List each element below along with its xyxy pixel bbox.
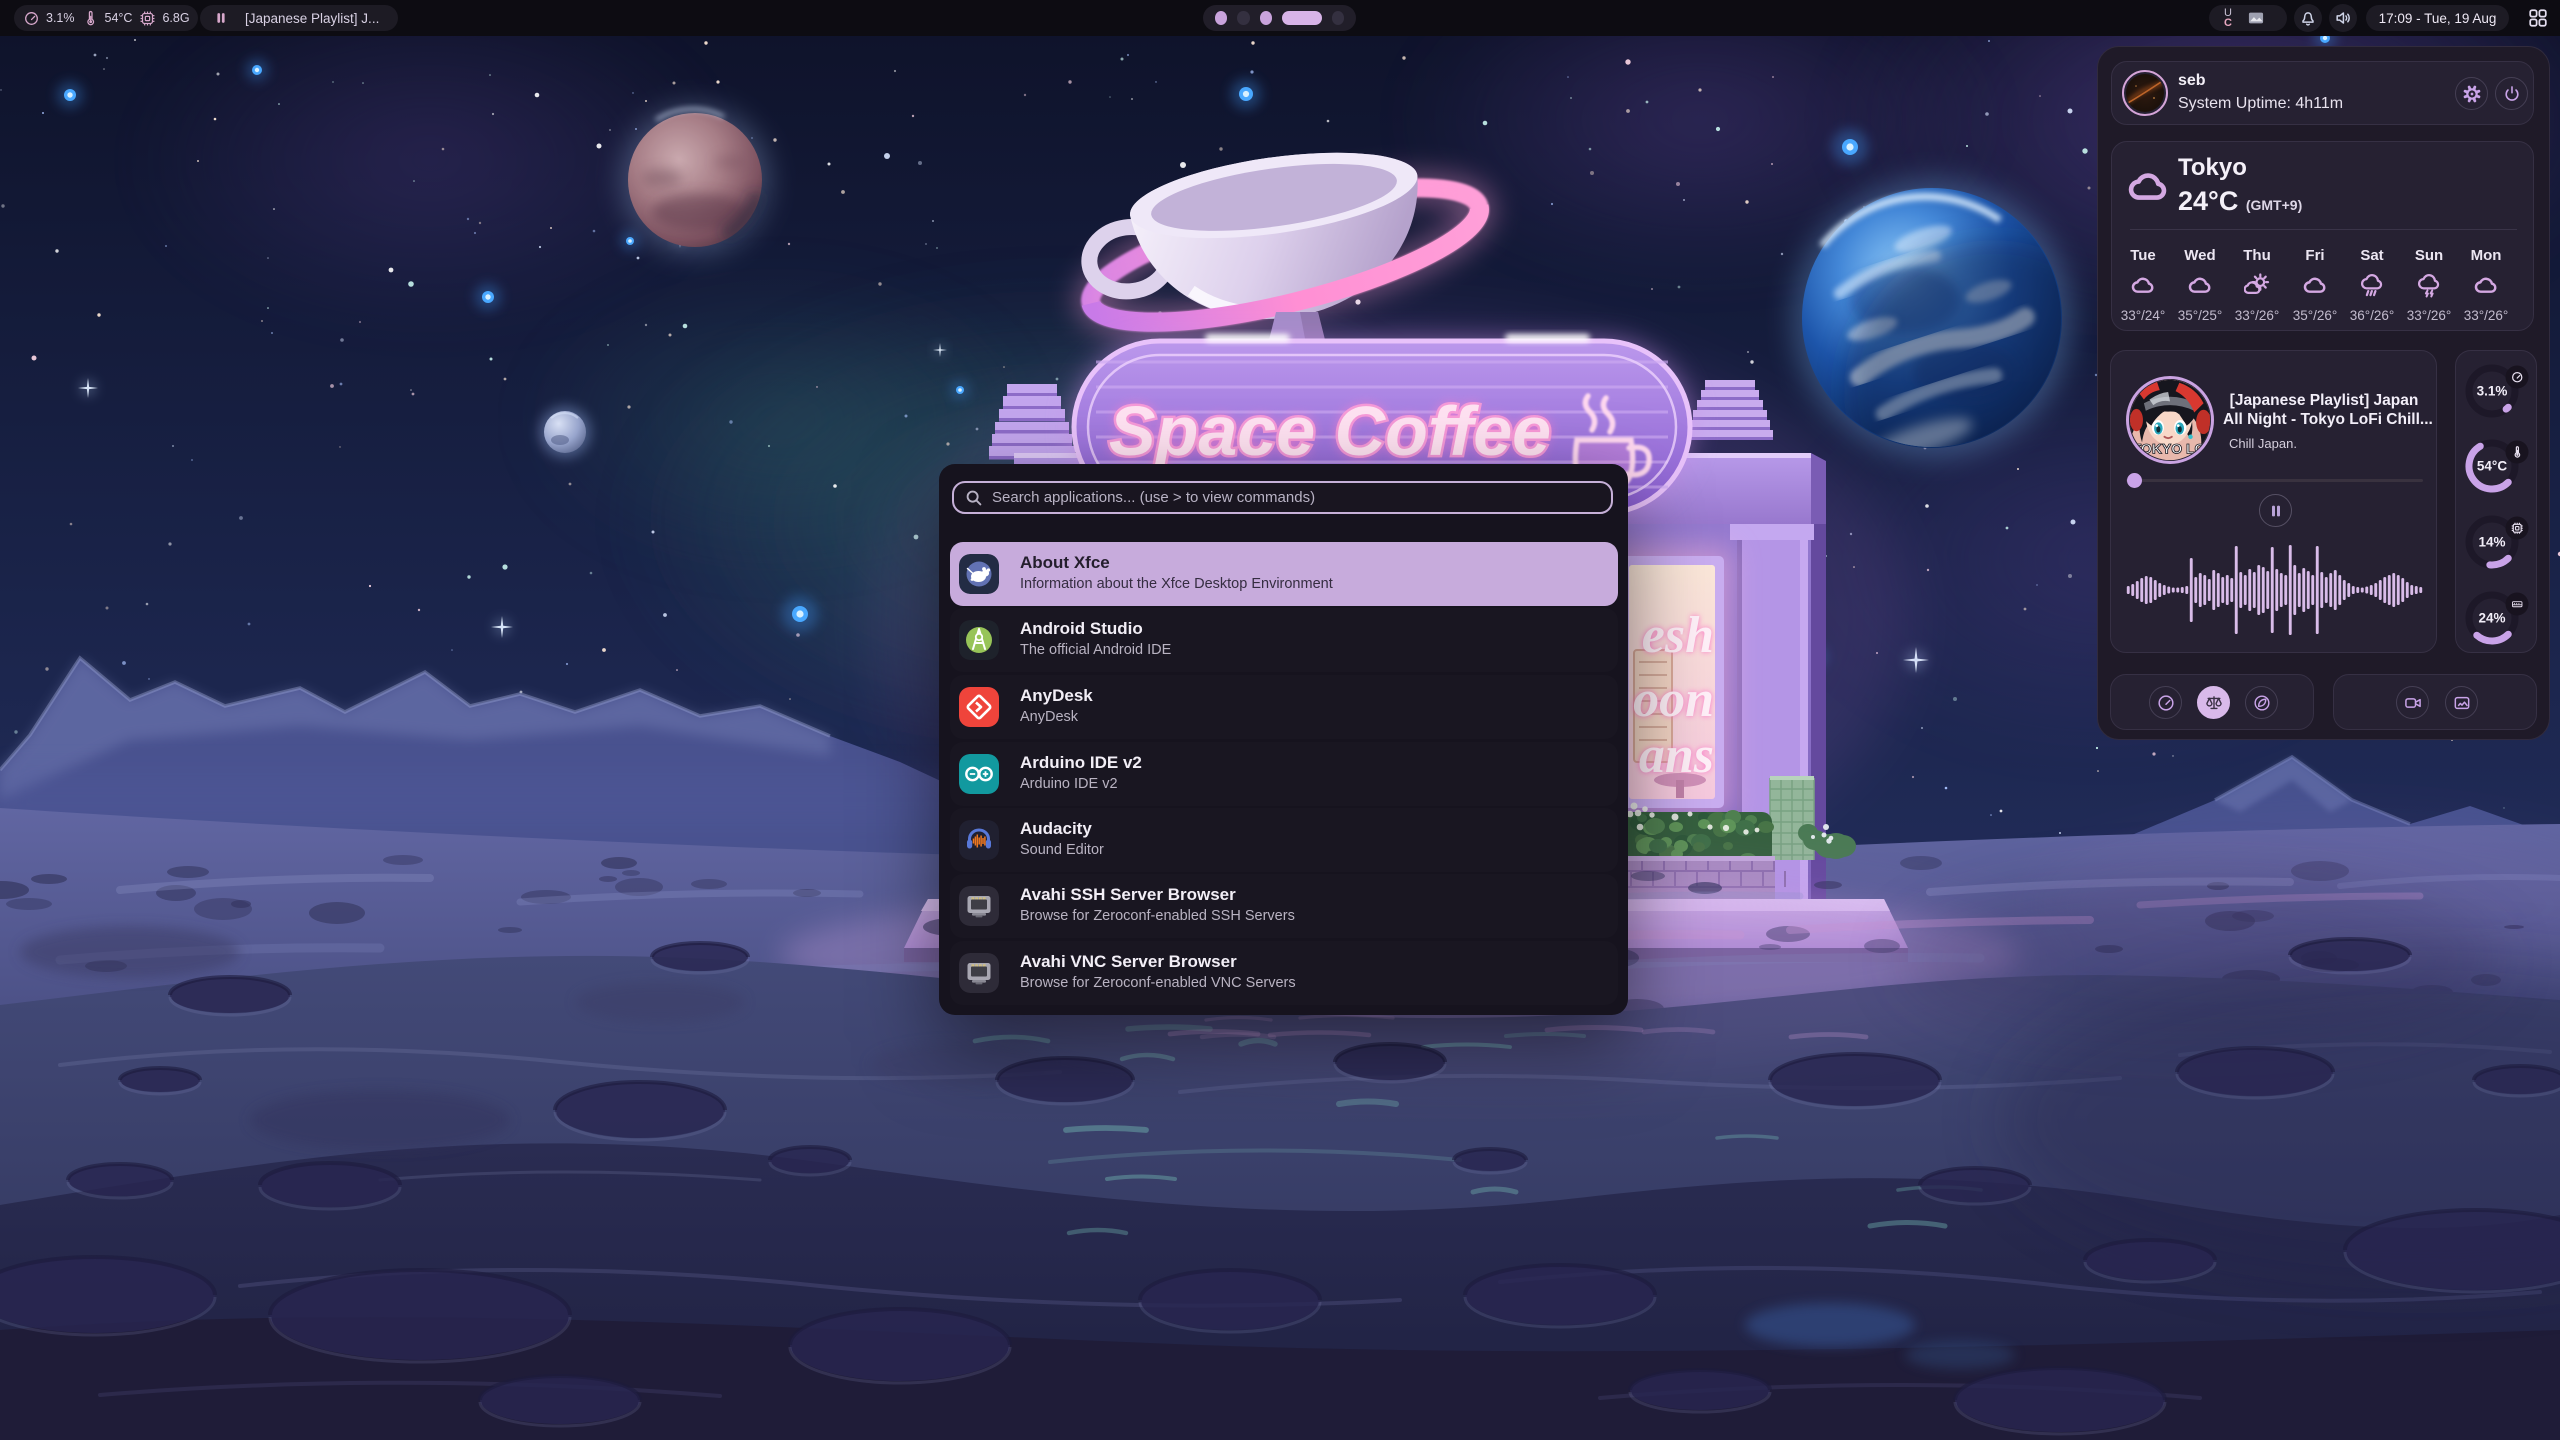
svg-text:54°C: 54°C (2477, 459, 2507, 474)
svg-text:esh: esh (1642, 607, 1714, 664)
svg-text:24%: 24% (2478, 611, 2505, 626)
svg-text:TOKYO LO: TOKYO LO (2133, 441, 2206, 457)
svg-text:14%: 14% (2478, 535, 2505, 550)
svg-text:Space Coffee: Space Coffee (1109, 392, 1551, 470)
svg-text:3.1%: 3.1% (2477, 384, 2508, 399)
svg-text:oon: oon (1633, 671, 1714, 728)
